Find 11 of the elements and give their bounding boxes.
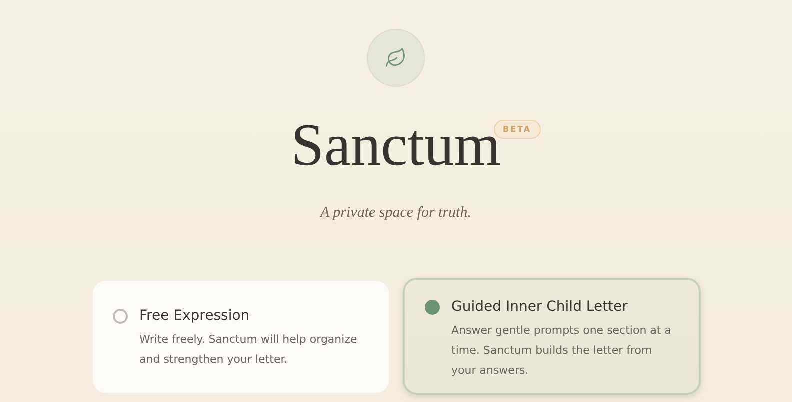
option-description: Answer gentle prompts one section at a time. Sanctum builds the letter from your answers. <box>452 323 672 379</box>
option-title: Free Expression <box>140 308 251 324</box>
beta-badge: BETA <box>494 120 541 139</box>
option-description: Write freely. Sanctum will help organize and strengthen your letter. <box>140 332 358 368</box>
mode-option-card[interactable]: Free Expression Write freely. Sanctum will help organize and strengthen your letter. <box>92 280 390 394</box>
tagline: A private space for truth. <box>320 205 472 222</box>
mode-option-card[interactable]: Guided Inner Child Letter Answer gentle prompts one section at a time. Sanctum builds the letter from your answers. <box>402 278 700 395</box>
radio-button[interactable] <box>424 300 440 315</box>
radio-button[interactable] <box>112 308 128 324</box>
option-title: Guided Inner Child Letter <box>452 299 629 315</box>
leaf-icon <box>385 47 407 69</box>
